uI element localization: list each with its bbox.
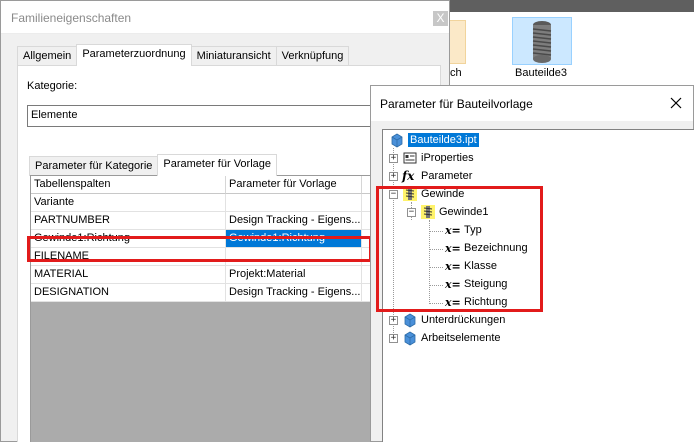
parameter-tree: Bauteilde3.ipt + iProperties + fx Parame…: [382, 129, 694, 442]
table-cell-parameter[interactable]: Design Tracking - Eigens...: [226, 212, 362, 230]
tree-item-typ-label: Typ: [464, 224, 482, 236]
parameter-fuer-bauteilvorlage-dialog: Parameter für Bauteilvorlage Bauteilde3.…: [370, 85, 694, 442]
tree-connector: [429, 231, 443, 232]
tree-item-bezeichnung-label: Bezeichnung: [464, 242, 528, 254]
tree-connector: [429, 285, 443, 286]
background-strip: [450, 0, 694, 12]
tree-item-root[interactable]: Bauteilde3.ipt: [389, 131, 479, 149]
main-tab-bar: Allgemein Parameterzuordnung Miniaturans…: [17, 44, 350, 66]
tree-dialog-titlebar[interactable]: Parameter für Bauteilvorlage: [371, 86, 693, 121]
expand-icon[interactable]: +: [389, 315, 398, 325]
table-cell-parameter-selected[interactable]: Gewinde1:Richtung: [226, 230, 362, 248]
tree-item-klasse[interactable]: x= Klasse: [445, 257, 497, 275]
collapse-icon[interactable]: −: [389, 189, 398, 199]
expand-icon[interactable]: +: [389, 153, 398, 163]
family-dialog-titlebar[interactable]: Familieneigenschaften X: [1, 1, 449, 34]
family-dialog-title: Familieneigenschaften: [11, 11, 132, 25]
tree-item-iproperties-label: iProperties: [421, 152, 474, 164]
expand-icon[interactable]: +: [389, 333, 398, 343]
family-dialog-close-button[interactable]: X: [433, 11, 448, 26]
table-cell-parameter[interactable]: Projekt:Material: [226, 266, 362, 284]
function-icon: fx: [402, 169, 415, 183]
tree-connector: [429, 303, 443, 304]
table-cell-spalte[interactable]: MATERIAL: [31, 266, 226, 284]
tree-connector: [429, 220, 430, 302]
table-cell-spalte[interactable]: Variante: [31, 194, 226, 212]
tree-item-arbeitselemente-label: Arbeitselemente: [421, 332, 501, 344]
tab-parameterzuordnung[interactable]: Parameterzuordnung: [76, 44, 192, 66]
parameter-icon: x=: [445, 295, 461, 309]
part-icon: [404, 313, 416, 328]
table-cell-spalte[interactable]: Gewinde1:Richtung: [31, 230, 226, 248]
tree-item-richtung[interactable]: x= Richtung: [445, 293, 507, 311]
tab-parameter-fuer-kategorie[interactable]: Parameter für Kategorie: [29, 156, 159, 176]
parameter-icon: x=: [445, 259, 461, 273]
tree-item-arbeitselemente[interactable]: + Arbeitselemente: [389, 329, 501, 347]
sub-tab-bar: Parameter für Kategorie Parameter für Vo…: [29, 154, 278, 176]
tree-connector: [429, 249, 443, 250]
table-cell-parameter[interactable]: [226, 248, 362, 266]
parameter-icon: x=: [445, 241, 461, 255]
tab-miniaturansicht[interactable]: Miniaturansicht: [190, 46, 277, 66]
tree-connector: [429, 267, 443, 268]
tree-item-gewinde[interactable]: − Gewinde: [389, 185, 464, 203]
thread-icon: [421, 205, 435, 219]
table-cell-spalte[interactable]: FILENAME: [31, 248, 226, 266]
tree-item-parameter[interactable]: + fx Parameter: [389, 167, 472, 185]
close-icon[interactable]: [668, 95, 684, 111]
parameter-icon: x=: [445, 277, 461, 291]
iproperties-icon: [403, 152, 417, 164]
table-cell-parameter[interactable]: Design Tracking - Eigens...: [226, 284, 362, 302]
tree-item-typ[interactable]: x= Typ: [445, 221, 482, 239]
tree-item-steigung-label: Steigung: [464, 278, 508, 290]
background-thumbnail-left-label: ch: [450, 67, 462, 79]
table-cell-parameter[interactable]: [226, 194, 362, 212]
expand-icon[interactable]: +: [389, 171, 398, 181]
parameter-icon: x=: [445, 223, 461, 237]
tab-allgemein[interactable]: Allgemein: [17, 46, 78, 66]
column-header-tabellenspalten[interactable]: Tabellenspalten: [31, 176, 226, 194]
background-file-browser: ch Bauteilde3: [450, 0, 694, 92]
tree-item-klasse-label: Klasse: [464, 260, 498, 272]
tree-item-gewinde-label: Gewinde: [421, 188, 465, 200]
tree-item-root-label: Bauteilde3.ipt: [408, 133, 479, 147]
part-icon: [391, 133, 403, 148]
tree-item-richtung-label: Richtung: [464, 296, 508, 308]
table-cell-spalte[interactable]: PARTNUMBER: [31, 212, 226, 230]
column-header-parameter-fuer-vorlage[interactable]: Parameter für Vorlage: [226, 176, 362, 194]
tree-dialog-title: Parameter für Bauteilvorlage: [380, 97, 533, 111]
collapse-icon[interactable]: −: [407, 207, 416, 217]
tree-item-iproperties[interactable]: + iProperties: [389, 149, 474, 167]
bauteilde3-thumbnail-label: Bauteilde3: [515, 67, 567, 79]
tab-parameter-fuer-vorlage[interactable]: Parameter für Vorlage: [157, 154, 278, 176]
tree-item-steigung[interactable]: x= Steigung: [445, 275, 507, 293]
bauteilde3-thumbnail[interactable]: [512, 17, 572, 65]
kategorie-label: Kategorie:: [27, 80, 78, 92]
tree-item-parameter-label: Parameter: [421, 170, 473, 182]
tree-item-gewinde1-label: Gewinde1: [439, 206, 489, 218]
thread-icon: [403, 187, 417, 201]
tree-item-unterdrueckungen-label: Unterdrückungen: [421, 314, 506, 326]
tree-item-bezeichnung[interactable]: x= Bezeichnung: [445, 239, 528, 257]
background-thumbnail-left[interactable]: [450, 20, 466, 64]
tree-item-unterdrueckungen[interactable]: + Unterdrückungen: [389, 311, 505, 329]
threaded-bolt-icon: [532, 21, 552, 63]
part-icon: [404, 331, 416, 346]
tab-verknuepfung[interactable]: Verknüpfung: [275, 46, 350, 66]
tree-item-gewinde1[interactable]: − Gewinde1: [407, 203, 489, 221]
table-cell-spalte[interactable]: DESIGNATION: [31, 284, 226, 302]
